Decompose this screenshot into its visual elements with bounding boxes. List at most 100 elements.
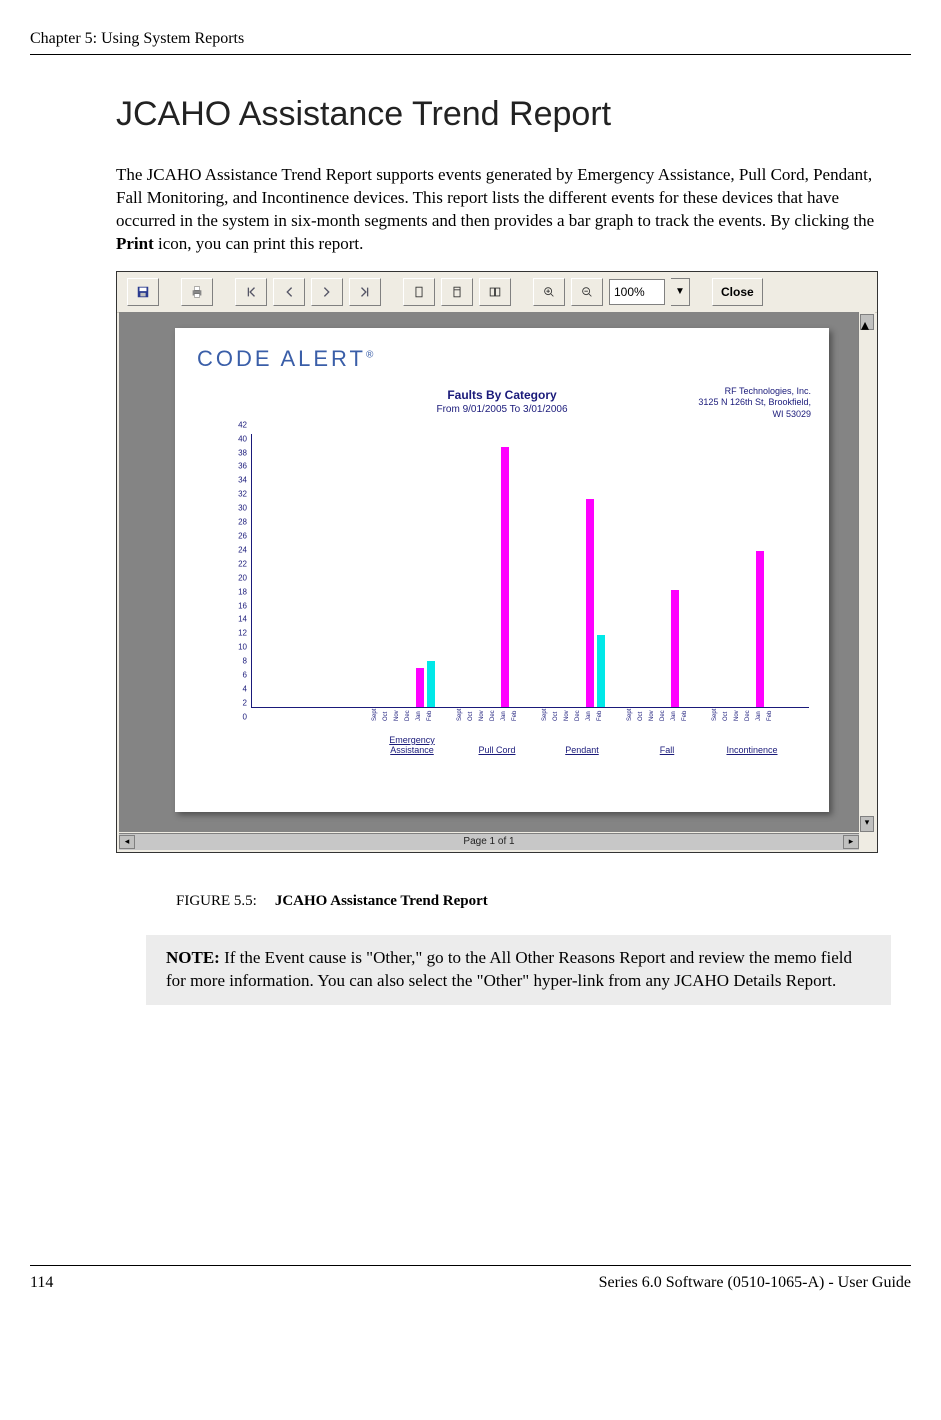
footer-row: 114 Series 6.0 Software (0510-1065-A) - … (30, 1274, 911, 1292)
y-tick: 38 (238, 448, 247, 457)
toolbar: 100% ▼ Close (117, 272, 877, 313)
y-tick: 6 (243, 671, 247, 680)
next-page-icon[interactable] (311, 278, 343, 306)
category-link[interactable]: Pull Cord (457, 745, 537, 755)
zoom-in-icon[interactable] (533, 278, 565, 306)
last-page-icon[interactable] (349, 278, 381, 306)
month-tick: Jan (416, 701, 422, 721)
running-head: Chapter 5: Using System Reports (30, 30, 911, 48)
page-number: 114 (30, 1274, 53, 1292)
month-tick: Jan (501, 701, 507, 721)
category-link[interactable]: Fall (627, 745, 707, 755)
report-viewer-window: 100% ▼ Close CODE ALERT® Faults By Categ… (116, 271, 878, 853)
para-text-b: icon, you can print this report. (154, 234, 364, 253)
vertical-scrollbar[interactable]: ▴ ▾ (858, 312, 875, 832)
save-icon[interactable] (127, 278, 159, 306)
month-tick: Oct (468, 701, 474, 721)
bar (671, 590, 679, 707)
note-lead: NOTE: (166, 948, 220, 967)
note-body: If the Event cause is "Other," go to the… (166, 948, 852, 990)
month-tick: Sept (457, 701, 463, 721)
page-width-icon[interactable] (441, 278, 473, 306)
report-viewport: CODE ALERT® Faults By Category From 9/01… (119, 312, 859, 832)
month-tick: Dec (660, 701, 666, 721)
month-tick: Feb (682, 701, 688, 721)
y-tick: 26 (238, 532, 247, 541)
month-tick: Oct (383, 701, 389, 721)
print-word: Print (116, 234, 154, 253)
category-link[interactable]: Pendant (542, 745, 622, 755)
month-tick: Dec (405, 701, 411, 721)
month-tick: Nov (394, 701, 400, 721)
y-tick: 0 (243, 712, 247, 721)
y-axis: 024681012141618202224262830323436384042 (225, 434, 251, 726)
month-tick: Sept (627, 701, 633, 721)
month-tick: Nov (734, 701, 740, 721)
y-tick: 22 (238, 559, 247, 568)
para-text-a: The JCAHO Assistance Trend Report suppor… (116, 165, 874, 230)
figure-text: JCAHO Assistance Trend Report (275, 893, 488, 909)
horizontal-scrollbar[interactable]: Page 1 of 1 ◂ ▸ (119, 833, 859, 850)
y-tick: 8 (243, 657, 247, 666)
y-tick: 24 (238, 545, 247, 554)
zoom-field[interactable]: 100% (609, 279, 665, 305)
y-tick: 10 (238, 643, 247, 652)
month-tick: Dec (745, 701, 751, 721)
month-tick: Feb (597, 701, 603, 721)
month-tick: Feb (767, 701, 773, 721)
y-tick: 40 (238, 434, 247, 443)
two-page-icon[interactable] (479, 278, 511, 306)
category-link[interactable]: Incontinence (712, 745, 792, 755)
scroll-left-arrow-icon[interactable]: ◂ (119, 835, 135, 849)
month-tick: Oct (638, 701, 644, 721)
y-tick: 42 (238, 420, 247, 429)
month-tick: Sept (712, 701, 718, 721)
month-tick: Dec (575, 701, 581, 721)
month-tick: Nov (649, 701, 655, 721)
month-tick: Sept (542, 701, 548, 721)
category-group: SeptOctNovDecJanFebFall (627, 434, 707, 707)
plot-area: SeptOctNovDecJanFebEmergency AssistanceS… (251, 434, 809, 708)
month-tick: Nov (564, 701, 570, 721)
print-icon[interactable] (181, 278, 213, 306)
close-button[interactable]: Close (712, 278, 763, 306)
y-tick: 14 (238, 615, 247, 624)
category-group: SeptOctNovDecJanFebEmergency Assistance (372, 434, 452, 707)
scroll-down-arrow-icon[interactable]: ▾ (860, 816, 874, 832)
single-page-icon[interactable] (403, 278, 435, 306)
zoom-out-icon[interactable] (571, 278, 603, 306)
org-address: RF Technologies, Inc. 3125 N 126th St, B… (698, 386, 811, 421)
category-group: SeptOctNovDecJanFebPull Cord (457, 434, 537, 707)
org-line-2: 3125 N 126th St, Brookfield, (698, 397, 811, 409)
chart-area: 024681012141618202224262830323436384042 … (225, 434, 809, 752)
y-tick: 36 (238, 462, 247, 471)
month-tick: Sept (372, 701, 378, 721)
intro-paragraph: The JCAHO Assistance Trend Report suppor… (116, 164, 891, 256)
y-tick: 2 (243, 698, 247, 707)
first-page-icon[interactable] (235, 278, 267, 306)
y-tick: 16 (238, 601, 247, 610)
report-page: CODE ALERT® Faults By Category From 9/01… (175, 328, 829, 812)
scroll-up-arrow-icon[interactable]: ▴ (860, 314, 874, 330)
section-heading: JCAHO Assistance Trend Report (116, 95, 891, 134)
scroll-right-arrow-icon[interactable]: ▸ (843, 835, 859, 849)
bar (756, 551, 764, 707)
brand-logo: CODE ALERT® (197, 346, 376, 372)
note-box: NOTE: If the Event cause is "Other," go … (146, 935, 891, 1005)
bar (427, 661, 435, 707)
figure-caption: FIGURE 5.5:JCAHO Assistance Trend Report (176, 893, 891, 910)
rule-top (30, 54, 911, 55)
month-tick: Nov (479, 701, 485, 721)
month-tick: Oct (723, 701, 729, 721)
y-tick: 28 (238, 518, 247, 527)
brand-logo-text: CODE ALERT (197, 346, 366, 371)
bar (501, 447, 509, 707)
zoom-dropdown-icon[interactable]: ▼ (671, 278, 690, 306)
org-line-1: RF Technologies, Inc. (698, 386, 811, 398)
bar (597, 635, 605, 707)
bar (586, 499, 594, 707)
category-group: SeptOctNovDecJanFebIncontinence (712, 434, 792, 707)
prev-page-icon[interactable] (273, 278, 305, 306)
y-tick: 20 (238, 573, 247, 582)
category-link[interactable]: Emergency Assistance (372, 735, 452, 755)
